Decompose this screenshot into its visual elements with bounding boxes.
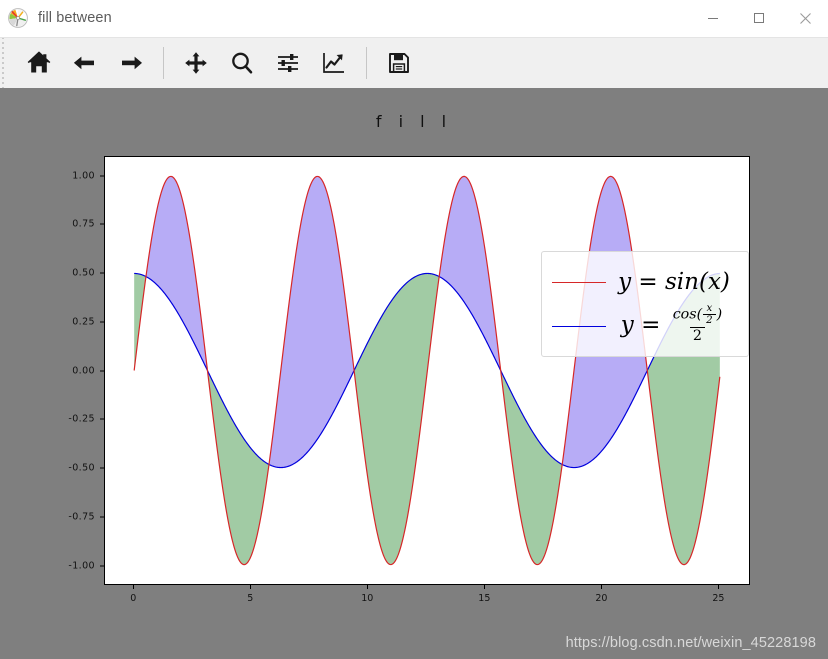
- window-controls: [690, 0, 828, 36]
- y-tick-label: -1.00: [68, 560, 95, 571]
- y-tick-label: -0.25: [68, 413, 95, 425]
- x-tick-mark: [718, 585, 720, 589]
- y-tick-label: 0.25: [72, 316, 95, 328]
- x-tick-label: 20: [595, 593, 608, 604]
- configure-subplots-button[interactable]: [265, 41, 311, 85]
- legend-label-cosine: y = cos(x 2) 2: [620, 302, 723, 344]
- figure-canvas[interactable]: f i l l 1.00 0.75 0.50 0.25 0.00 -0.25 -0.50 -0…: [0, 88, 828, 659]
- fill-above: [439, 176, 502, 375]
- y-tick-label: -0.75: [68, 511, 95, 523]
- legend-entry-cosine[interactable]: y = cos(x 2) 2: [542, 302, 748, 350]
- sliders-icon: [275, 50, 301, 76]
- y-tick-label: 0.50: [72, 267, 95, 279]
- x-tick-label: 25: [712, 593, 725, 604]
- y-tick-label: -0.50: [68, 462, 95, 474]
- maximize-button[interactable]: [736, 0, 782, 36]
- floppy-disk-icon: [386, 50, 412, 76]
- legend-box[interactable]: y = sin(x) y = cos(x 2) 2: [541, 251, 749, 357]
- chart-title: f i l l: [375, 112, 453, 131]
- x-tick-mark: [367, 585, 369, 589]
- legend-entry-sine[interactable]: y = sin(x): [542, 262, 748, 302]
- watermark-text: https://blog.csdn.net/weixin_45228198: [565, 635, 816, 651]
- x-tick-label: 15: [478, 593, 491, 604]
- legend-label-sine: y = sin(x): [618, 268, 730, 295]
- fill-above: [146, 176, 208, 373]
- fill-below: [207, 370, 270, 565]
- x-tick-label: 10: [361, 593, 374, 604]
- title-bar: fill between: [0, 0, 828, 37]
- legend-line-sample-blue: [552, 325, 606, 327]
- save-button[interactable]: [376, 41, 422, 85]
- x-tick-label: 5: [247, 593, 254, 604]
- plot-drawing: [133, 175, 721, 566]
- home-icon: [26, 50, 52, 76]
- x-tick-mark: [601, 585, 603, 589]
- matplotlib-logo-icon: [7, 7, 29, 29]
- x-tick-mark: [484, 585, 486, 589]
- x-tick-mark: [250, 585, 252, 589]
- close-button[interactable]: [782, 0, 828, 36]
- edit-axis-button[interactable]: [311, 41, 357, 85]
- window-title: fill between: [38, 10, 112, 26]
- y-axis-ticks: 1.00 0.75 0.50 0.25 0.00 -0.25 -0.50 -0.75 -1.00: [0, 156, 104, 585]
- fill-below: [501, 371, 563, 565]
- toolbar-drag-handle[interactable]: [0, 38, 8, 88]
- forward-button[interactable]: [108, 41, 154, 85]
- move-arrows-icon: [183, 50, 209, 76]
- matplotlib-figure-window: fill between f i l l 1.00 0.75 0.50 0.25…: [0, 0, 828, 659]
- y-tick-label: 1.00: [72, 170, 95, 181]
- y-tick-label: 0.75: [72, 218, 95, 230]
- pan-button[interactable]: [173, 41, 219, 85]
- x-tick-label: 0: [130, 593, 137, 604]
- figure-area: f i l l 1.00 0.75 0.50 0.25 0.00 -0.25 -0.50 -0…: [0, 88, 828, 659]
- x-axis-ticks: 0 5 10 15 20 25: [104, 585, 750, 615]
- toolbar-separator-2: [366, 47, 367, 79]
- toolbar-separator: [163, 47, 164, 79]
- plot-axes[interactable]: [104, 156, 750, 585]
- arrow-right-icon: [118, 50, 144, 76]
- fill-below: [354, 273, 440, 565]
- fill-above: [269, 176, 355, 468]
- legend-line-sample-red: [552, 281, 606, 283]
- magnifier-icon: [229, 50, 255, 76]
- zoom-button[interactable]: [219, 41, 265, 85]
- navigation-toolbar: [0, 37, 828, 88]
- arrow-left-icon: [72, 50, 98, 76]
- y-tick-label: 0.00: [72, 365, 95, 376]
- back-button[interactable]: [62, 41, 108, 85]
- home-button[interactable]: [16, 41, 62, 85]
- minimize-button[interactable]: [690, 0, 736, 36]
- chart-line-icon: [321, 50, 347, 76]
- x-tick-mark: [133, 585, 135, 589]
